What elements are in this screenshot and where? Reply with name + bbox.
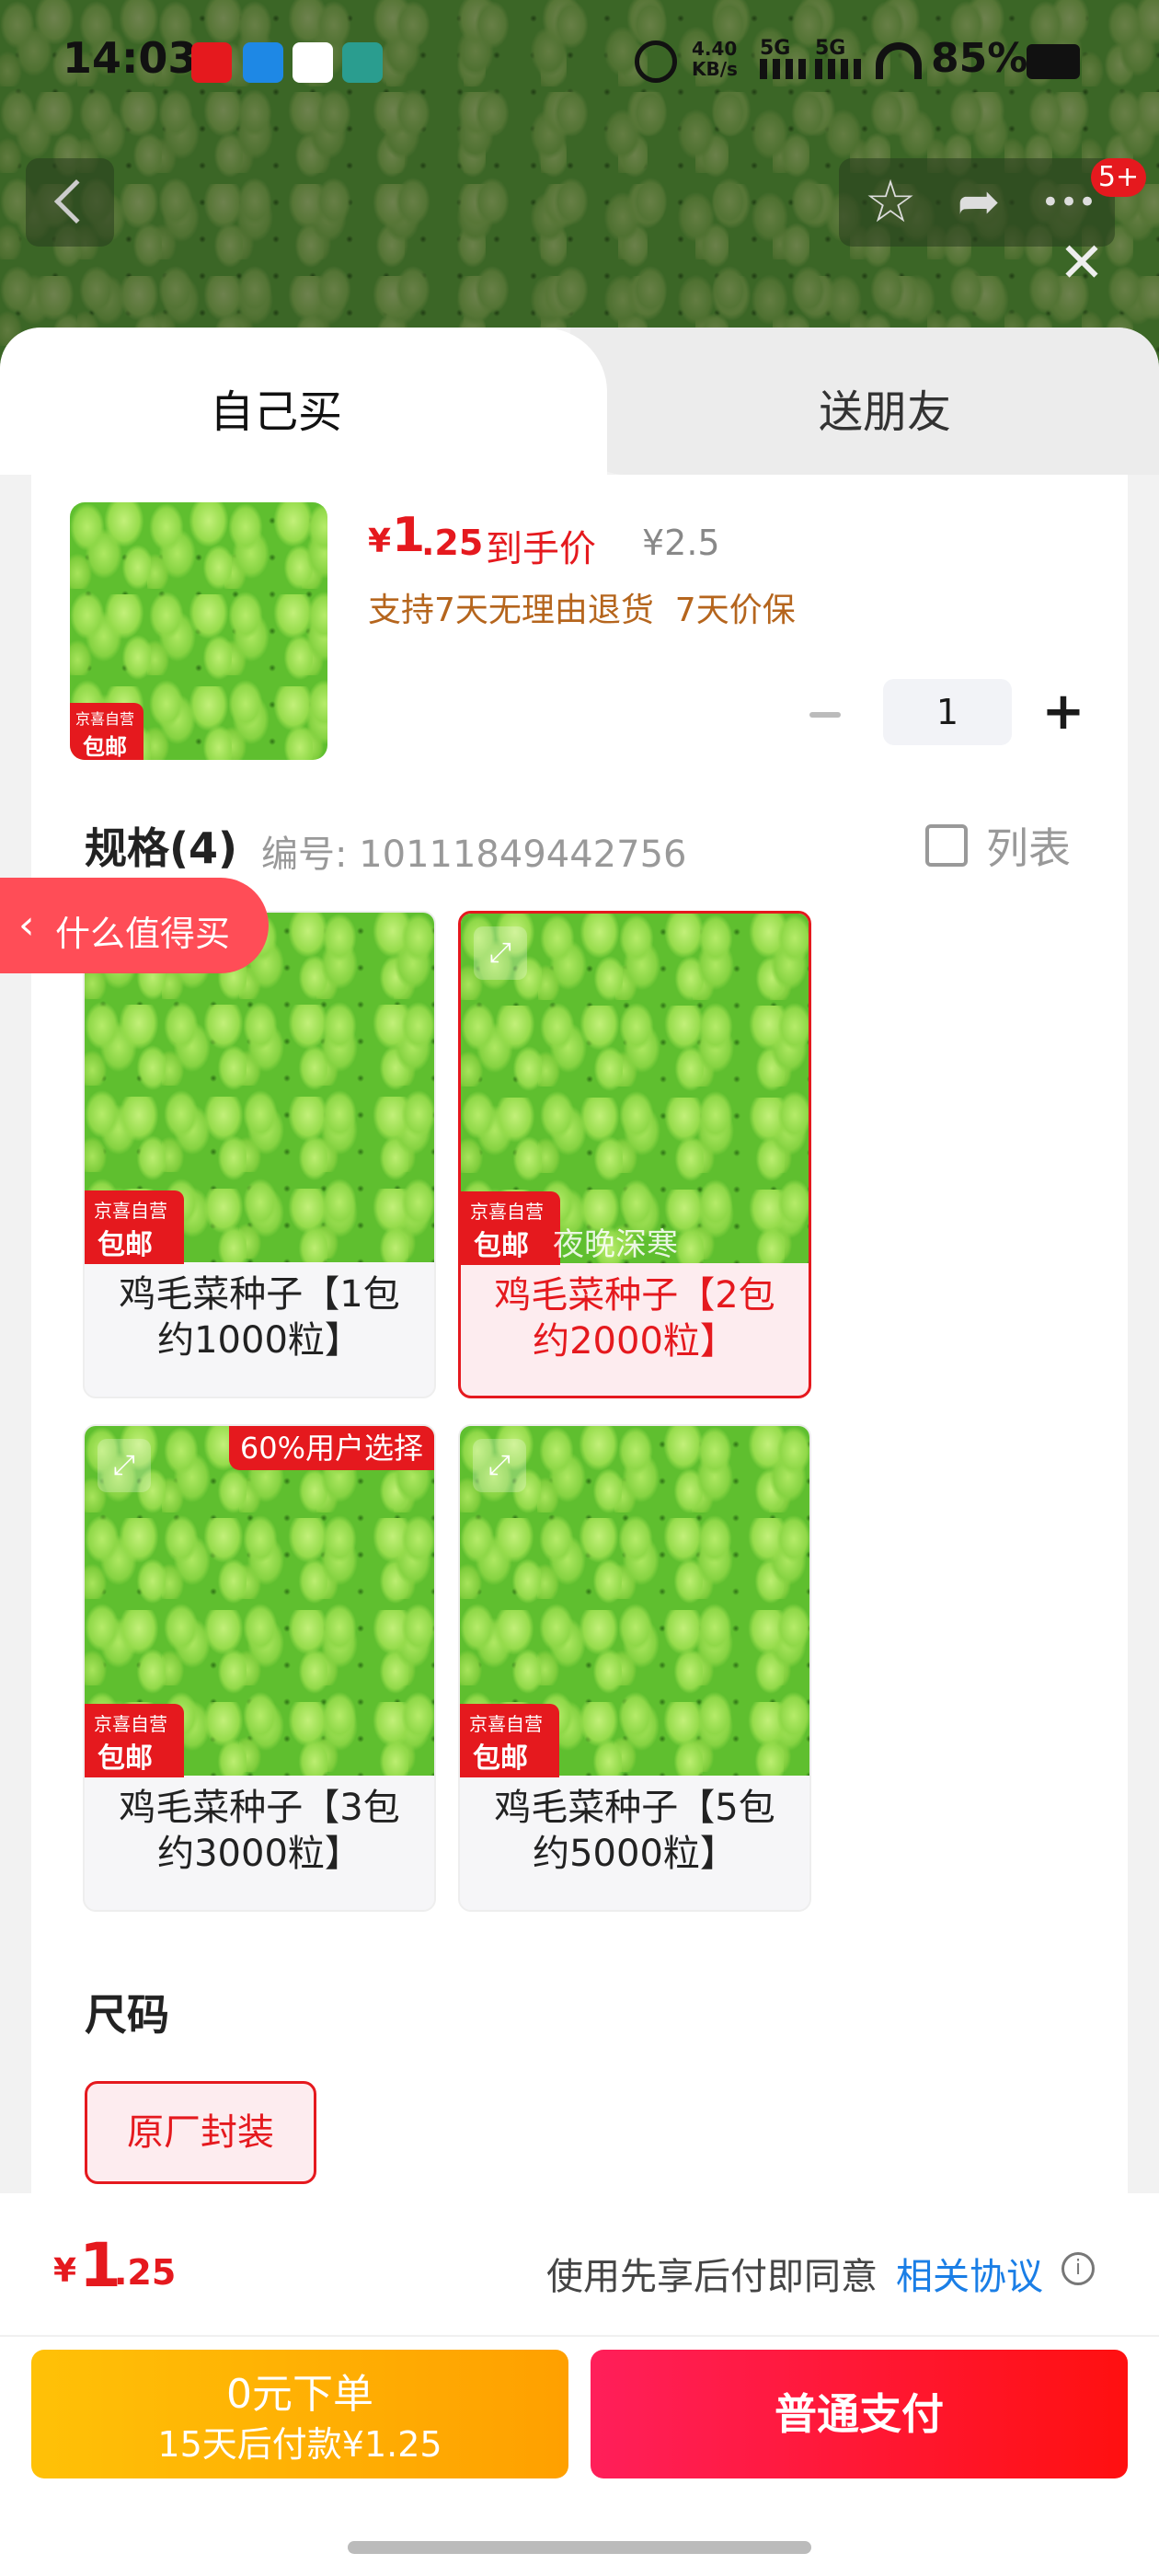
spec-title: 规格(4) [85, 823, 238, 873]
tab-self-buy[interactable]: 自己买 [0, 328, 607, 475]
floating-recommend-tag[interactable]: ‹ 什么值得买 [0, 878, 269, 973]
spec-code: 编号: 10111849442756 [261, 834, 687, 876]
spec-badge-top: 京喜自营 [469, 1713, 543, 1735]
bnpl-main-label: 0元下单 [226, 2371, 373, 2418]
spec-badge: 京喜自营 包邮 [85, 1704, 184, 1777]
product-thumbnail[interactable]: 京喜自营 包邮 [70, 502, 327, 760]
expand-icon[interactable]: ⤢ [473, 1439, 526, 1492]
wifi-icon [876, 42, 922, 79]
spec-option[interactable]: 京喜自营 包邮 鸡毛菜种子【1包约1000粒】 [83, 911, 436, 1398]
price-label: 到手价 [486, 528, 596, 570]
service-guarantee: 支持7天无理由退货 7天价保 [368, 592, 796, 629]
normal-pay-button[interactable]: 普通支付 [591, 2350, 1128, 2478]
spec-badge-bottom: 包邮 [474, 1230, 529, 1262]
spec-option-label: 鸡毛菜种子【2包约2000粒】 [494, 1274, 775, 1363]
bnpl-sub-label: 15天后付款¥1.25 [157, 2424, 442, 2465]
price-currency: ¥ [368, 523, 392, 560]
signal-icon [815, 59, 861, 79]
spec-option[interactable]: ⤢ 京喜自营 包邮 鸡毛菜种子【5包约5000粒】 [458, 1424, 811, 1912]
agreement-text: 使用先享后付即同意 [546, 2256, 878, 2298]
status-bar: 14:03 4.40 KB/s 5G 5G 85% [0, 0, 1159, 129]
price-integer: 1 [392, 508, 426, 563]
quantity-input[interactable]: 1 [883, 679, 1012, 745]
app-notification-icon [243, 42, 283, 83]
size-option-selected[interactable]: 原厂封装 [85, 2081, 316, 2184]
signal-icon [760, 59, 806, 79]
net-speed: 4.40 KB/s [692, 38, 738, 80]
spec-badge-bottom: 包邮 [473, 1742, 528, 1775]
badge-top-text: 京喜自营 [75, 710, 135, 728]
notification-badge: 5+ [1091, 158, 1146, 197]
decrease-button[interactable] [809, 712, 841, 718]
list-view-label[interactable]: 列表 [986, 815, 1071, 876]
increase-button[interactable]: + [1036, 679, 1091, 745]
back-button[interactable] [26, 158, 114, 247]
spec-option[interactable]: ⤢ 60%用户选择 京喜自营 包邮 鸡毛菜种子【3包约3000粒】 [83, 1424, 436, 1912]
spec-option-label: 鸡毛菜种子【1包约1000粒】 [119, 1273, 400, 1362]
price-decimal: .25 [421, 523, 484, 563]
app-notification-icon [293, 42, 333, 83]
chevron-left-icon: ‹ [18, 902, 35, 949]
badge-bottom-text: 包邮 [83, 734, 127, 760]
spec-badge-top: 京喜自营 [94, 1200, 167, 1222]
app-notification-icon [342, 42, 383, 83]
agreement-link[interactable]: 相关协议 [896, 2247, 1043, 2300]
divider [0, 2335, 1159, 2337]
share-icon[interactable]: ➦ [942, 166, 1016, 239]
home-indicator [348, 2541, 811, 2554]
footer-price-dec: .25 [114, 2252, 177, 2293]
spec-option-label: 鸡毛菜种子【3包约3000粒】 [119, 1787, 400, 1875]
spec-badge: 京喜自营 包邮 [85, 1190, 184, 1264]
info-icon[interactable]: i [1061, 2252, 1095, 2285]
tab-send-friend[interactable]: 送朋友 [570, 328, 1159, 475]
tab-send-friend-label: 送朋友 [819, 386, 952, 438]
status-time: 14:03 [63, 33, 198, 83]
product-badge: 京喜自营 包邮 [70, 703, 143, 760]
image-overlay-text: 夜晚深寒 [553, 1226, 678, 1263]
checkout-bar: ¥ 1 .25 使用先享后付即同意 相关协议 i 0元下单 15天后付款¥1.2… [0, 2193, 1159, 2576]
expand-icon[interactable]: ⤢ [474, 926, 527, 980]
star-icon[interactable]: ☆ [854, 166, 927, 239]
app-notification-icon [191, 42, 232, 83]
popular-tag: 60%用户选择 [228, 1426, 434, 1470]
chevron-left-icon [53, 178, 99, 224]
battery-icon [1027, 44, 1080, 79]
alarm-icon [635, 40, 677, 83]
spec-badge-top: 京喜自营 [94, 1713, 167, 1735]
spec-badge-bottom: 包邮 [98, 1742, 153, 1775]
battery-text: 85% [931, 35, 1028, 82]
original-price: ¥2.5 [642, 523, 720, 563]
spec-option-label: 鸡毛菜种子【5包约5000粒】 [494, 1787, 775, 1875]
footer-currency: ¥ [53, 2252, 77, 2290]
spec-option-selected[interactable]: ⤢ 京喜自营 包邮 夜晚深寒 鸡毛菜种子【2包约2000粒】 [458, 911, 811, 1398]
floating-tag-label: 什么值得买 [55, 914, 231, 954]
size-title: 尺码 [85, 1990, 169, 2040]
spec-badge: 京喜自营 包邮 [460, 1704, 559, 1777]
close-icon[interactable]: ✕ [1054, 236, 1109, 291]
spec-badge-top: 京喜自营 [470, 1201, 544, 1223]
list-view-icon[interactable] [925, 824, 968, 867]
spec-badge-bottom: 包邮 [98, 1229, 153, 1261]
signal-label: 5G [760, 37, 791, 60]
sku-card: 京喜自营 包邮 ¥ 1 .25 到手价 ¥2.5 支持7天无理由退货 7天价保 … [31, 475, 1128, 2425]
spec-badge: 京喜自营 包邮 [461, 1191, 560, 1265]
expand-icon[interactable]: ⤢ [98, 1439, 151, 1492]
signal-label: 5G [815, 37, 846, 60]
tab-self-buy-label: 自己买 [210, 386, 343, 438]
bnpl-order-button[interactable]: 0元下单 15天后付款¥1.25 [31, 2350, 568, 2478]
